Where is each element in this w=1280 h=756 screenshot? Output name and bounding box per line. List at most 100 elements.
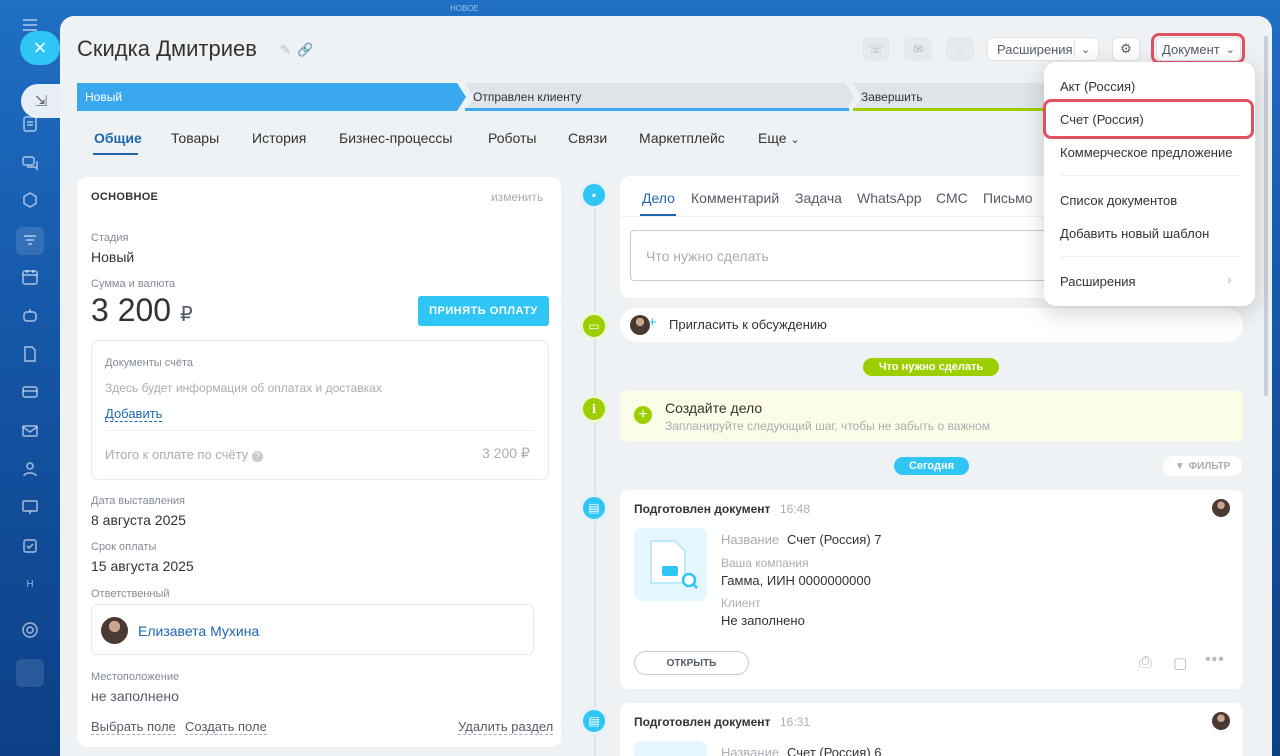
top-hint: НОВОЕ: [450, 4, 479, 13]
menu-item-highlight: [1043, 99, 1254, 139]
total-label: Итого к оплате по счёту ?: [105, 447, 263, 462]
entry-title: Подготовлен документ: [634, 715, 771, 729]
invite-label: Пригласить к обсуждению: [669, 317, 827, 332]
create-field-link[interactable]: Создать поле: [185, 719, 267, 735]
gear-icon[interactable]: ⚙: [1112, 37, 1140, 61]
due-date-label: Срок оплаты: [91, 541, 157, 553]
users-icon[interactable]: [19, 458, 41, 480]
phone-icon[interactable]: ☏: [862, 37, 890, 61]
document-preview-icon[interactable]: [634, 528, 707, 601]
plus-icon: +: [648, 314, 657, 331]
tab-links[interactable]: Связи: [568, 130, 607, 146]
tab-robots[interactable]: Роботы: [488, 130, 536, 146]
create-task-hint: Запланируйте следующий шаг, чтобы не заб…: [665, 419, 990, 433]
tab-general[interactable]: Общие: [94, 130, 142, 146]
document-preview-icon[interactable]: [634, 741, 707, 756]
document-icon[interactable]: [19, 113, 41, 135]
name-value: Счет (Россия) 6: [787, 745, 882, 756]
choose-field-link[interactable]: Выбрать поле: [91, 719, 176, 735]
responsible-name[interactable]: Елизавета Мухина: [138, 623, 259, 639]
delete-section-link[interactable]: Удалить раздел: [458, 719, 554, 735]
amount-number: 3 200: [91, 292, 172, 328]
stage-label: Завершить: [861, 90, 923, 104]
tab-more[interactable]: Еще ⌄: [758, 130, 800, 146]
open-button[interactable]: ОТКРЫТЬ: [634, 651, 749, 675]
stage-finish[interactable]: Завершить: [853, 83, 1053, 111]
add-icon[interactable]: +: [634, 406, 652, 424]
stage-sent[interactable]: Отправлен клиенту: [465, 83, 854, 111]
edit-link[interactable]: изменить: [491, 190, 543, 204]
edit-title-icon[interactable]: ✎: [280, 42, 291, 58]
menu-item-act[interactable]: Акт (Россия): [1060, 79, 1135, 94]
todo-input[interactable]: Что нужно сделать: [630, 230, 1060, 281]
email-icon[interactable]: ✉: [904, 37, 932, 61]
tl-tab-activity[interactable]: Дело: [642, 190, 675, 206]
tl-tab-whatsapp[interactable]: WhatsApp: [857, 190, 922, 206]
client-label: Клиент: [721, 596, 761, 610]
calendar-icon[interactable]: [19, 266, 41, 288]
stage-field-value: Новый: [91, 249, 135, 265]
avatar-icon[interactable]: [16, 659, 44, 687]
link-icon[interactable]: 🔗: [297, 42, 313, 58]
timeline-entry: Подготовлен документ 16:48 Название Счет…: [620, 490, 1243, 689]
tab-products[interactable]: Товары: [171, 130, 219, 146]
filter-label: ФИЛЬТР: [1188, 460, 1231, 472]
amount-value: 3 200 ₽: [91, 292, 193, 329]
main-info-card: ОСНОВНОЕ изменить Стадия Новый Сумма и в…: [77, 177, 561, 747]
menu-item-extensions[interactable]: Расширения: [1060, 274, 1136, 289]
create-task-card[interactable]: + Создайте дело Запланируйте следующий ш…: [620, 391, 1243, 441]
filter-button[interactable]: ▼ ФИЛЬТР: [1163, 456, 1242, 476]
tl-tab-sms[interactable]: СМС: [936, 190, 968, 206]
menu-item-add-template[interactable]: Добавить новый шаблон: [1060, 226, 1209, 241]
add-link[interactable]: Добавить: [105, 406, 163, 422]
total-value: 3 200 ₽: [482, 445, 530, 461]
settings-icon[interactable]: [19, 619, 41, 641]
todo-pill: Что нужно сделать: [863, 358, 999, 376]
menu-item-document-list[interactable]: Список документов: [1060, 193, 1177, 208]
invite-bar[interactable]: + Пригласить к обсуждению: [620, 308, 1243, 342]
board-icon[interactable]: [19, 496, 41, 518]
timeline-line: [594, 196, 596, 756]
avatar: [1212, 712, 1230, 730]
accept-payment-button[interactable]: ПРИНЯТЬ ОПЛАТУ: [418, 296, 549, 326]
chat-icon[interactable]: [19, 152, 41, 174]
tab-marketplace[interactable]: Маркетплейс: [639, 130, 725, 146]
note-icon[interactable]: ▢: [1173, 654, 1187, 672]
issue-date-value: 8 августа 2025: [91, 512, 186, 528]
print-icon[interactable]: ⎙: [1139, 654, 1152, 672]
document-button-highlight: [1151, 33, 1245, 64]
stage-label: Отправлен клиенту: [473, 90, 582, 104]
card-icon[interactable]: [19, 381, 41, 403]
letter-h-icon[interactable]: H: [19, 573, 41, 595]
menu-separator: [1060, 256, 1240, 257]
scrollbar[interactable]: [1264, 36, 1268, 396]
tab-history[interactable]: История: [252, 130, 306, 146]
hexagon-icon[interactable]: [19, 189, 41, 211]
today-pill: Сегодня: [894, 457, 969, 475]
info-icon: i: [580, 395, 608, 423]
menu-item-commercial-offer[interactable]: Коммерческое предложение: [1060, 145, 1232, 160]
company-value: Гамма, ИИН 0000000000: [721, 573, 871, 588]
stage-new[interactable]: Новый: [77, 83, 467, 111]
checkbox-icon[interactable]: [19, 535, 41, 557]
file-icon[interactable]: [19, 343, 41, 365]
help-icon[interactable]: ?: [251, 451, 263, 462]
tl-tab-task[interactable]: Задача: [795, 190, 842, 206]
tl-tab-email[interactable]: Письмо: [983, 190, 1033, 206]
funnel-icon[interactable]: [16, 227, 44, 255]
invoice-info: Здесь будет информация об оплатах и дост…: [105, 381, 382, 395]
close-slider-button[interactable]: ×: [20, 31, 60, 65]
currency: ₽: [179, 304, 193, 326]
tab-business-processes[interactable]: Бизнес-процессы: [339, 130, 452, 146]
entry-time: 16:31: [780, 715, 811, 729]
chat-bubble-icon[interactable]: ◌: [946, 37, 974, 61]
divider: [105, 430, 535, 431]
extensions-button[interactable]: Расширения ⌄: [987, 37, 1099, 61]
robot-icon[interactable]: [19, 304, 41, 326]
entry-time: 16:48: [780, 502, 811, 516]
mail-icon[interactable]: [19, 420, 41, 442]
extensions-label: Расширения: [997, 41, 1073, 57]
chevron-down-icon: ⌄: [1081, 43, 1091, 56]
tl-tab-comment[interactable]: Комментарий: [691, 190, 779, 206]
more-icon[interactable]: •••: [1205, 651, 1225, 669]
